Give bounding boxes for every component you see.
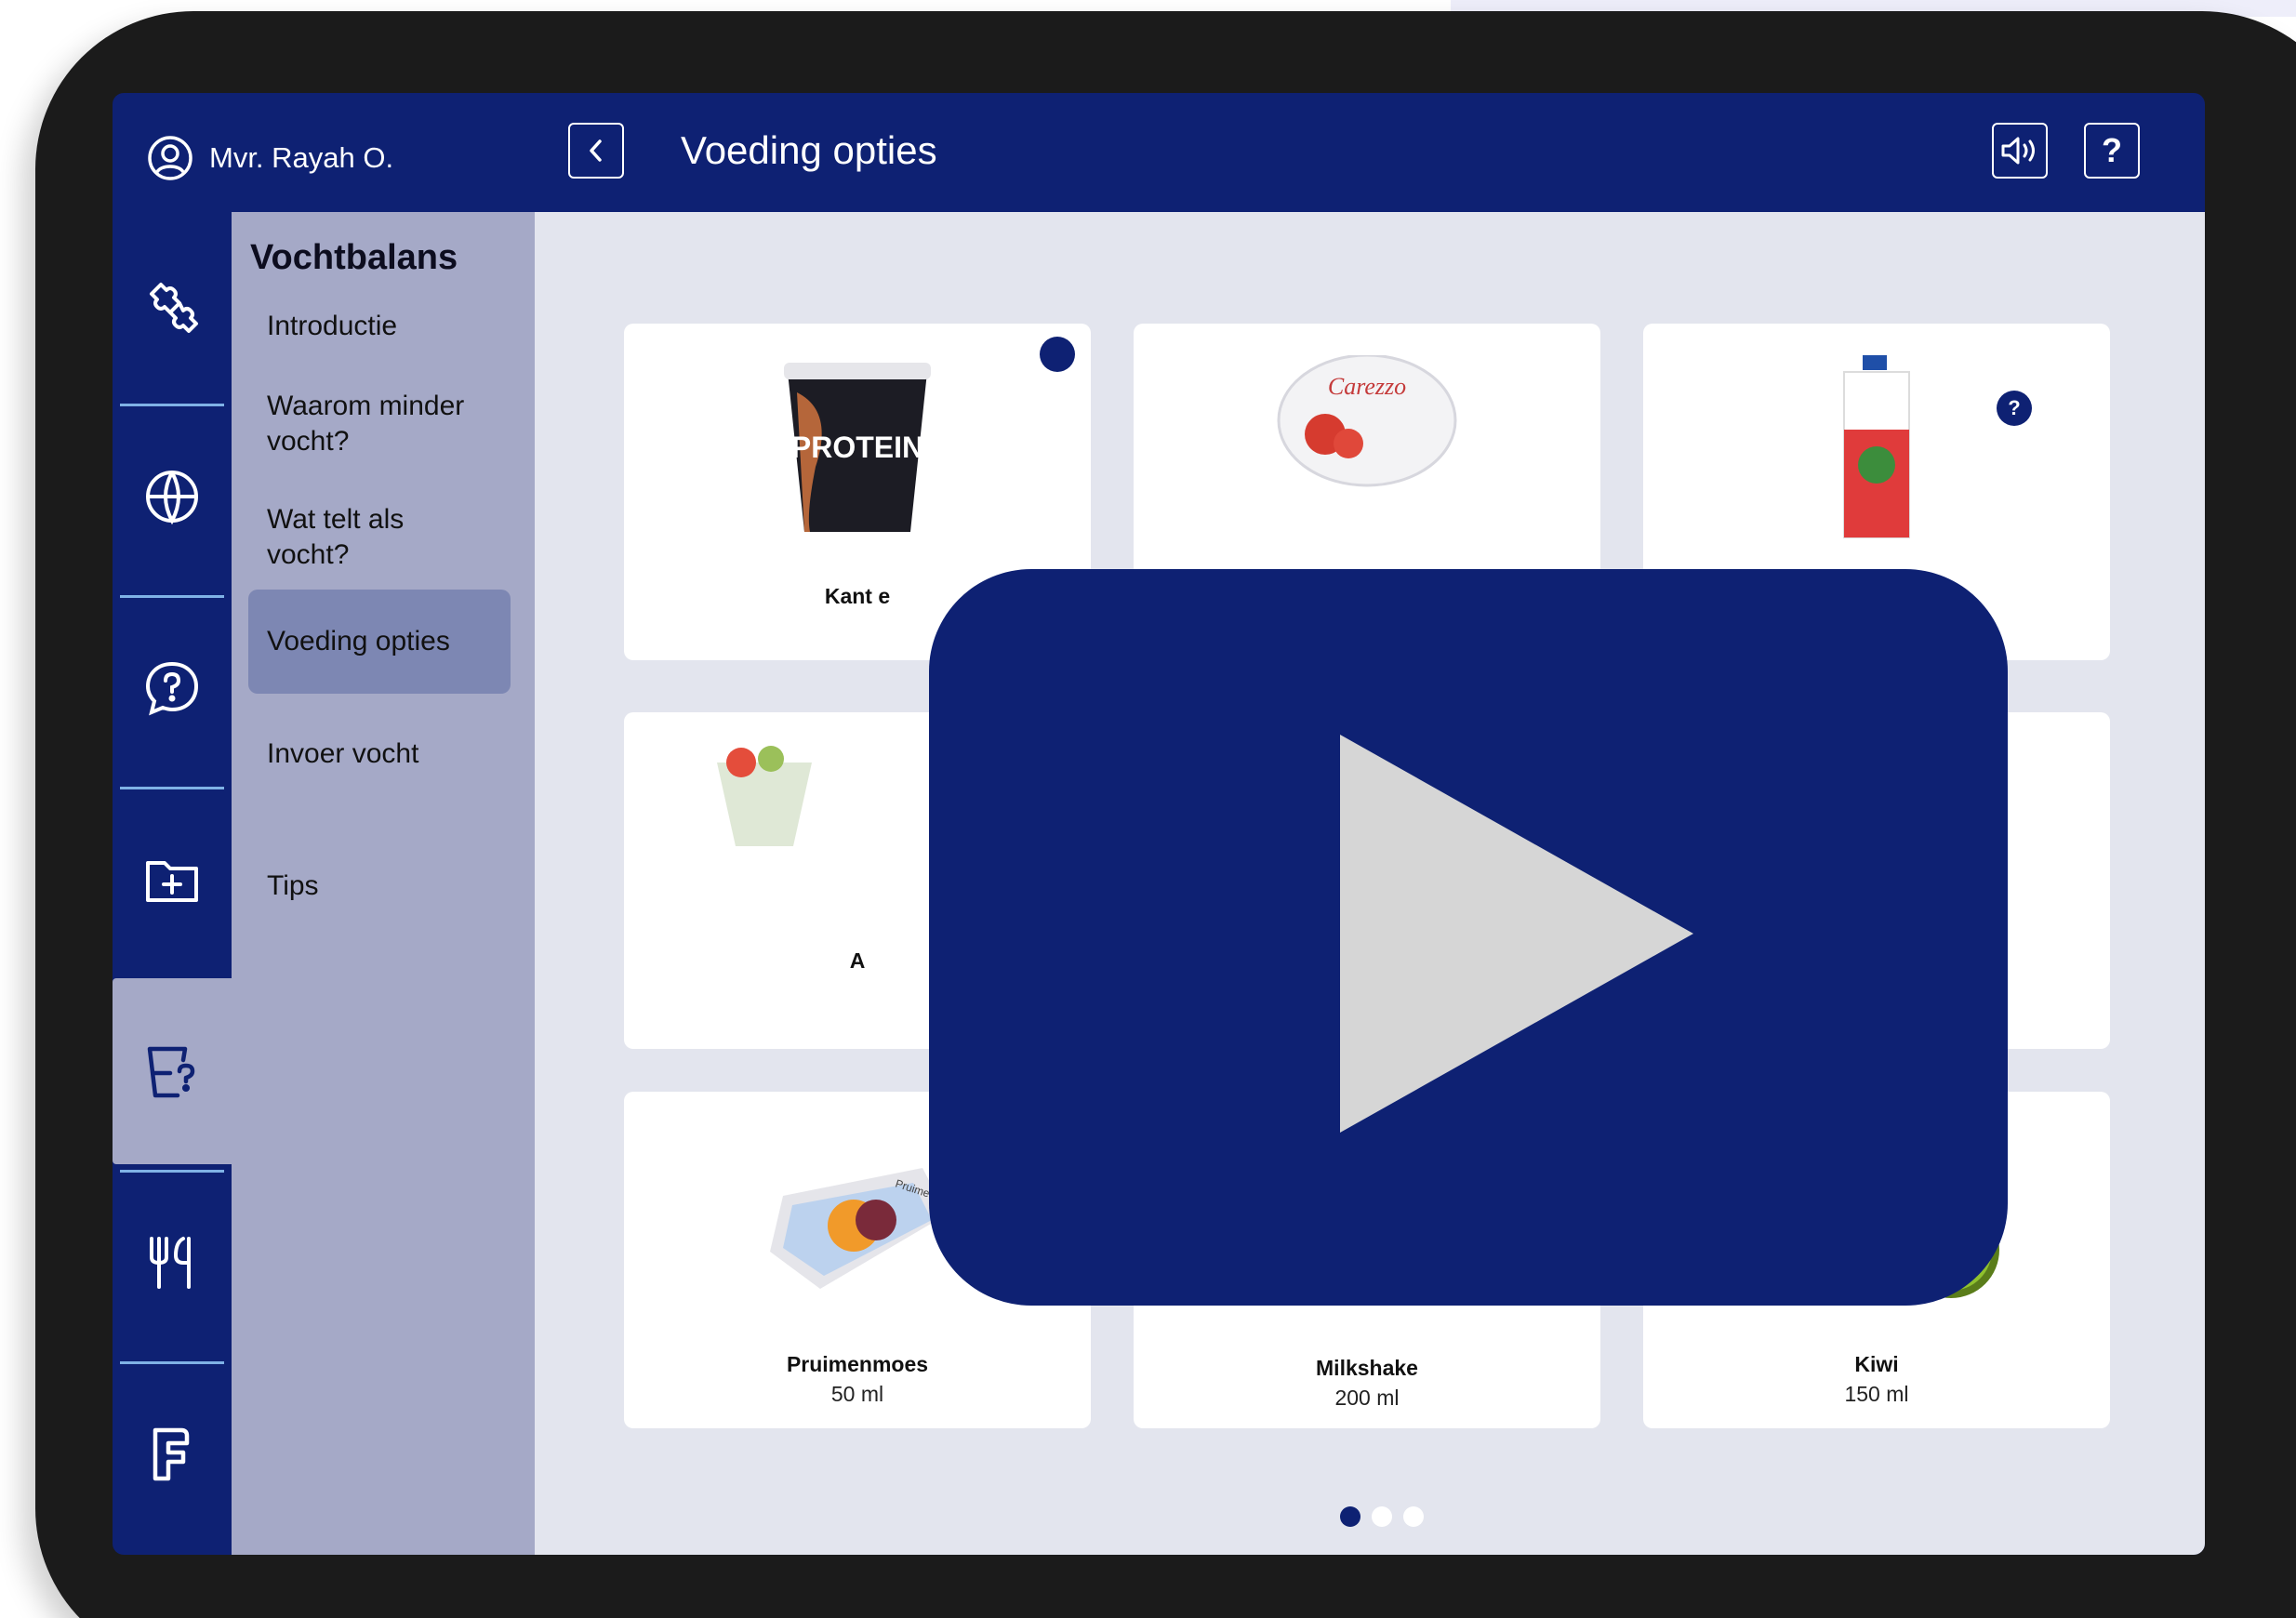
- help-button[interactable]: ?: [2084, 123, 2140, 179]
- protein-pudding-image: PROTEIN: [784, 363, 931, 532]
- puzzle-icon: [150, 283, 198, 333]
- rail-item-puzzle[interactable]: [113, 212, 232, 398]
- info-icon[interactable]: ?: [1997, 391, 2032, 426]
- status-dot: [1040, 337, 1075, 372]
- submenu-item-introductie[interactable]: Introductie: [248, 309, 511, 344]
- play-icon: [1340, 735, 1693, 1133]
- submenu-item-tips[interactable]: Tips: [248, 869, 511, 904]
- user-circle-icon: [148, 136, 192, 180]
- page-dot[interactable]: [1403, 1506, 1424, 1527]
- chat-question-icon: [145, 661, 199, 716]
- cutlery-icon: [150, 1237, 191, 1289]
- prune-puree-cup-image: Pruimenmoes: [770, 1168, 950, 1289]
- rail-item-folder[interactable]: [113, 787, 232, 973]
- page-indicator: [1340, 1506, 1424, 1527]
- submenu-item-voeding-opties[interactable]: Voeding opties: [248, 590, 511, 694]
- fruit-cup-image: [716, 746, 812, 846]
- product-name: Milkshake: [1316, 1356, 1418, 1380]
- page-dot[interactable]: [1340, 1506, 1360, 1527]
- submenu-item-invoer[interactable]: Invoer vocht: [248, 736, 511, 772]
- user-profile[interactable]: Mvr. Rayah O.: [146, 134, 393, 182]
- sound-button[interactable]: [1992, 123, 2048, 179]
- chevron-left-icon: [590, 139, 602, 162]
- svg-text:PROTEIN: PROTEIN: [791, 431, 923, 464]
- submenu-item-wat-telt[interactable]: Wat telt als vocht?: [248, 502, 511, 573]
- rail-item-exit[interactable]: [113, 1361, 232, 1547]
- app-screen: Mvr. Rayah O. Voeding opties ? Vochtbala…: [113, 93, 2205, 1555]
- rail-item-fluid[interactable]: [113, 978, 232, 1164]
- exit-icon: [153, 1427, 190, 1481]
- juice-carton-image: [1843, 355, 1910, 538]
- rail-item-meals[interactable]: [113, 1170, 232, 1356]
- product-volume: 150 ml: [1844, 1382, 1909, 1406]
- globe-icon: [146, 471, 198, 525]
- carezzo-dessert-image: Carezzo: [1277, 355, 1457, 487]
- section-submenu: Vochtbalans Introductie Waarom minder vo…: [232, 212, 535, 1555]
- back-button[interactable]: [568, 123, 624, 179]
- page-title: Voeding opties: [681, 128, 937, 172]
- product-volume: 200 ml: [1334, 1386, 1400, 1410]
- icon-rail: [113, 212, 232, 1555]
- rail-item-questions[interactable]: [113, 595, 232, 781]
- folder-plus-icon: [146, 861, 198, 902]
- speaker-icon: [2001, 137, 2035, 165]
- product-volume: 50 ml: [830, 1382, 884, 1406]
- app-header: Mvr. Rayah O. Voeding opties ?: [113, 93, 2205, 212]
- product-name: Pruimenmoes: [786, 1352, 929, 1376]
- submenu-item-waarom[interactable]: Waarom minder vocht?: [248, 389, 511, 459]
- page-dot[interactable]: [1372, 1506, 1392, 1527]
- cup-question-icon: [147, 1046, 195, 1098]
- submenu-title: Vochtbalans: [250, 238, 458, 277]
- user-name: Mvr. Rayah O.: [209, 141, 394, 174]
- svg-text:Carezzo: Carezzo: [1328, 373, 1406, 400]
- video-play-overlay[interactable]: [929, 569, 2008, 1306]
- product-name: Kiwi: [1854, 1352, 1899, 1376]
- rail-item-globe[interactable]: [113, 404, 232, 590]
